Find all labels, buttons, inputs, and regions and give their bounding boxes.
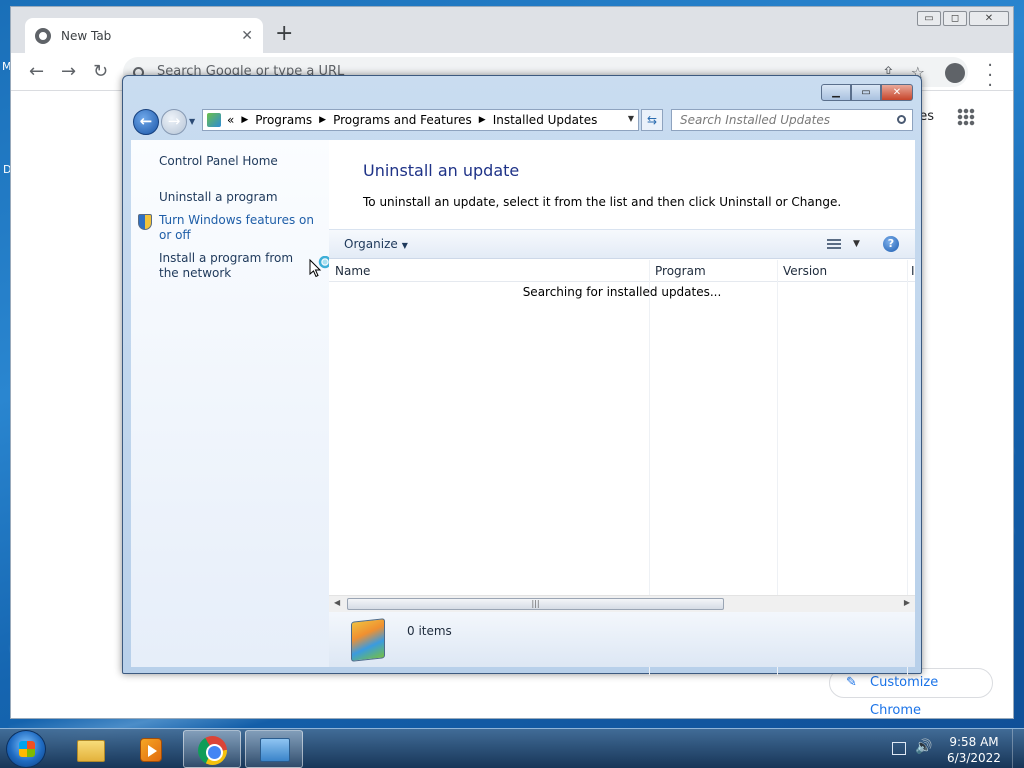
- breadcrumb-installed-updates[interactable]: Installed Updates: [493, 113, 598, 127]
- chrome-tab[interactable]: New Tab ✕: [25, 18, 263, 53]
- account-icon[interactable]: [945, 63, 965, 83]
- back-arrow-icon[interactable]: ←: [29, 61, 44, 82]
- volume-icon[interactable]: 🔊: [915, 739, 932, 755]
- taskbar-explorer-button[interactable]: [61, 730, 119, 768]
- details-pane: 0 items: [329, 612, 915, 667]
- chrome-menu-icon[interactable]: · · ·: [987, 57, 993, 95]
- column-header-program[interactable]: Program: [655, 264, 706, 278]
- organize-label: Organize: [344, 237, 398, 251]
- help-icon[interactable]: ?: [883, 236, 899, 252]
- apps-grid-icon[interactable]: [957, 108, 975, 126]
- folder-icon: [77, 740, 105, 762]
- column-headers: Name Program Version I: [329, 260, 915, 282]
- recent-pages-dropdown-icon[interactable]: ▼: [189, 117, 195, 126]
- horizontal-scrollbar[interactable]: ◀ ||| ▶: [329, 595, 915, 612]
- new-tab-button[interactable]: +: [275, 23, 293, 45]
- close-button[interactable]: ✕: [969, 11, 1009, 26]
- address-dropdown-icon[interactable]: ▼: [628, 114, 634, 123]
- control-panel-icon: [207, 113, 221, 127]
- views-dropdown-icon[interactable]: ▼: [853, 239, 860, 249]
- breadcrumb-separator-icon[interactable]: ▶: [319, 115, 326, 125]
- address-bar[interactable]: « ▶ Programs ▶ Programs and Features ▶ I…: [202, 109, 639, 131]
- scroll-left-icon[interactable]: ◀: [334, 598, 340, 607]
- search-icon: [897, 115, 906, 124]
- install-from-network-link[interactable]: Install a program from the network: [159, 251, 309, 281]
- clock[interactable]: 9:58 AM 6/3/2022: [945, 734, 1003, 766]
- uninstall-program-link[interactable]: Uninstall a program: [159, 190, 278, 205]
- searching-message: Searching for installed updates...: [522, 285, 722, 299]
- column-header-version[interactable]: Version: [783, 264, 827, 278]
- column-header-name[interactable]: Name: [335, 264, 370, 278]
- installed-updates-window: ▁ ▭ ✕ ← → ▼ « ▶ Programs ▶ Programs and …: [122, 75, 922, 675]
- refresh-button[interactable]: ⇆: [641, 109, 663, 131]
- clock-date: 6/3/2022: [947, 751, 1001, 765]
- taskbar: 🔊 9:58 AM 6/3/2022: [0, 728, 1024, 768]
- chevron-down-icon: ▼: [401, 241, 408, 250]
- tab-title: New Tab: [61, 28, 112, 43]
- back-button[interactable]: ←: [133, 109, 159, 135]
- taskbar-chrome-button[interactable]: [183, 730, 241, 768]
- minimize-button[interactable]: ▁: [821, 84, 851, 101]
- breadcrumb-programs-and-features[interactable]: Programs and Features: [333, 113, 472, 127]
- scroll-right-icon[interactable]: ▶: [904, 598, 910, 607]
- media-player-icon: [140, 738, 162, 762]
- busy-cursor-icon: [309, 256, 331, 278]
- views-icon[interactable]: [827, 239, 841, 250]
- page-title: Uninstall an update: [363, 161, 520, 180]
- search-placeholder: Search Installed Updates: [680, 113, 830, 127]
- organize-menu-button[interactable]: Organize ▼: [344, 237, 408, 251]
- main-pane: Uninstall an update To uninstall an upda…: [329, 140, 915, 675]
- task-pane: Control Panel Home Uninstall a program T…: [131, 140, 331, 667]
- command-bar: Organize ▼ ▼ ?: [329, 229, 915, 259]
- control-panel-icon: [260, 738, 290, 762]
- maximize-button[interactable]: ◻: [943, 11, 967, 26]
- start-button[interactable]: [6, 730, 46, 768]
- control-panel-home-link[interactable]: Control Panel Home: [159, 154, 278, 169]
- taskbar-media-player-button[interactable]: [121, 730, 179, 768]
- column-header-partial[interactable]: I: [911, 264, 915, 278]
- forward-button[interactable]: →: [161, 109, 187, 135]
- chrome-tab-strip: New Tab ✕ + ▭ ◻ ✕: [11, 7, 1013, 53]
- chrome-icon: [198, 736, 227, 765]
- windows-features-link[interactable]: Turn Windows features on or off: [159, 213, 319, 243]
- uac-shield-icon: [138, 214, 152, 230]
- searching-status-text: Searching for installed updates...: [329, 285, 915, 299]
- breadcrumb-programs[interactable]: Programs: [255, 113, 312, 127]
- chrome-favicon-icon: [35, 27, 51, 44]
- show-desktop-button[interactable]: [1012, 729, 1024, 768]
- search-input[interactable]: Search Installed Updates: [671, 109, 913, 131]
- tab-close-icon[interactable]: ✕: [241, 28, 253, 44]
- window-caption-buttons: ▁ ▭ ✕: [821, 84, 913, 101]
- taskbar-control-panel-button[interactable]: [245, 730, 303, 768]
- breadcrumb-separator-icon[interactable]: ▶: [479, 115, 486, 125]
- reload-icon[interactable]: ↻: [93, 61, 108, 82]
- close-button[interactable]: ✕: [881, 84, 913, 101]
- clock-time: 9:58 AM: [949, 735, 999, 749]
- breadcrumb-overflow[interactable]: «: [227, 113, 234, 127]
- scroll-thumb[interactable]: |||: [347, 598, 724, 610]
- chrome-window-controls: ▭ ◻ ✕: [917, 11, 1009, 26]
- network-icon[interactable]: [892, 742, 906, 755]
- forward-arrow-icon[interactable]: →: [61, 61, 76, 82]
- maximize-button[interactable]: ▭: [851, 84, 881, 101]
- item-count: 0 items: [407, 624, 452, 638]
- minimize-button[interactable]: ▭: [917, 11, 941, 26]
- breadcrumb-separator-icon[interactable]: ▶: [241, 115, 248, 125]
- page-description: To uninstall an update, select it from t…: [363, 195, 842, 209]
- installed-updates-icon: [351, 618, 385, 662]
